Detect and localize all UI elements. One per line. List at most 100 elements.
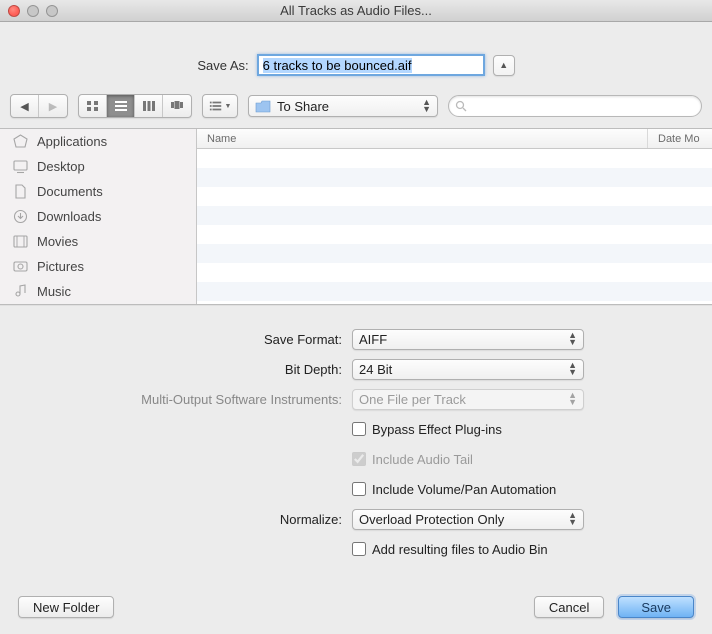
save-format-popup[interactable]: AIFF ▲▼: [352, 329, 584, 350]
triangle-left-icon: ◀: [20, 100, 28, 113]
search-field[interactable]: [448, 95, 702, 117]
path-popup-label: To Share: [277, 99, 416, 114]
view-list-button[interactable]: [107, 95, 135, 117]
include-audio-tail-checkbox-input: [352, 452, 366, 466]
file-row: [197, 263, 712, 282]
include-volpan-checkbox-input[interactable]: [352, 482, 366, 496]
bit-depth-value: 24 Bit: [359, 362, 392, 377]
save-label: Save: [641, 600, 671, 615]
add-to-bin-checkbox[interactable]: Add resulting files to Audio Bin: [352, 542, 548, 557]
file-rows[interactable]: [197, 149, 712, 304]
add-to-bin-label: Add resulting files to Audio Bin: [372, 542, 548, 557]
chevron-up-icon: ▲: [499, 60, 508, 70]
sidebar-item-music[interactable]: Music: [0, 279, 196, 304]
pictures-icon: [12, 259, 29, 274]
file-row: [197, 168, 712, 187]
arrange-button[interactable]: ▼: [203, 95, 237, 117]
movies-icon: [12, 234, 29, 249]
minimize-window-button[interactable]: [27, 5, 39, 17]
zoom-window-button[interactable]: [46, 5, 58, 17]
downloads-icon: [12, 209, 29, 224]
file-row: [197, 282, 712, 301]
sidebar-item-label: Downloads: [37, 209, 101, 224]
sidebar-item-downloads[interactable]: Downloads: [0, 204, 196, 229]
file-row: [197, 244, 712, 263]
sidebar: Applications Desktop Documents Downloads…: [0, 129, 197, 304]
sidebar-item-pictures[interactable]: Pictures: [0, 254, 196, 279]
cancel-button[interactable]: Cancel: [534, 596, 604, 618]
include-volpan-checkbox[interactable]: Include Volume/Pan Automation: [352, 482, 556, 497]
file-row: [197, 225, 712, 244]
documents-icon: [12, 184, 29, 199]
sidebar-item-desktop[interactable]: Desktop: [0, 154, 196, 179]
cancel-label: Cancel: [549, 600, 589, 615]
column-header-name[interactable]: Name: [197, 129, 648, 148]
sidebar-item-applications[interactable]: Applications: [0, 129, 196, 154]
multi-output-label: Multi-Output Software Instruments:: [30, 392, 352, 407]
applications-icon: [12, 134, 29, 149]
view-mode-segmented: [78, 94, 192, 118]
grid-icon: [86, 100, 100, 112]
sidebar-item-label: Documents: [37, 184, 103, 199]
finder-toolbar: ◀ ▶ ▼ To Share ▲▼: [0, 88, 712, 129]
multi-output-value: One File per Track: [359, 392, 466, 407]
window-traffic-lights: [8, 5, 58, 17]
bypass-checkbox-input[interactable]: [352, 422, 366, 436]
bypass-checkbox-label: Bypass Effect Plug-ins: [372, 422, 502, 437]
list-icon: [114, 100, 128, 112]
view-coverflow-button[interactable]: [163, 95, 191, 117]
save-as-label: Save As:: [197, 58, 248, 73]
close-window-button[interactable]: [8, 5, 20, 17]
music-icon: [12, 284, 29, 299]
chevron-down-icon: ▼: [225, 103, 232, 110]
sidebar-item-label: Applications: [37, 134, 107, 149]
bypass-checkbox[interactable]: Bypass Effect Plug-ins: [352, 422, 502, 437]
export-options: Save Format: AIFF ▲▼ Bit Depth: 24 Bit ▲…: [0, 305, 712, 586]
file-browser: Applications Desktop Documents Downloads…: [0, 129, 712, 305]
column-headers: Name Date Mo: [197, 129, 712, 149]
file-row: [197, 187, 712, 206]
normalize-label: Normalize:: [30, 512, 352, 527]
include-audio-tail-checkbox: Include Audio Tail: [352, 452, 473, 467]
column-header-date[interactable]: Date Mo: [648, 129, 712, 148]
updown-arrows-icon: ▲▼: [568, 362, 577, 376]
file-row: [197, 149, 712, 168]
dialog-footer: New Folder Cancel Save: [0, 586, 712, 634]
desktop-icon: [12, 159, 29, 174]
include-audio-tail-label: Include Audio Tail: [372, 452, 473, 467]
titlebar: All Tracks as Audio Files...: [0, 0, 712, 22]
search-icon: [455, 100, 467, 112]
arrange-group: ▼: [202, 94, 238, 118]
arrange-icon: [209, 100, 223, 112]
new-folder-button[interactable]: New Folder: [18, 596, 114, 618]
sidebar-item-movies[interactable]: Movies: [0, 229, 196, 254]
normalize-value: Overload Protection Only: [359, 512, 504, 527]
nav-back-forward: ◀ ▶: [10, 94, 68, 118]
view-icons-button[interactable]: [79, 95, 107, 117]
folder-icon: [255, 100, 271, 113]
window-title: All Tracks as Audio Files...: [0, 3, 712, 18]
save-button[interactable]: Save: [618, 596, 694, 618]
multi-output-popup: One File per Track ▲▼: [352, 389, 584, 410]
back-button[interactable]: ◀: [11, 95, 39, 117]
file-list-pane: Name Date Mo: [197, 129, 712, 304]
bit-depth-popup[interactable]: 24 Bit ▲▼: [352, 359, 584, 380]
forward-button[interactable]: ▶: [39, 95, 67, 117]
include-volpan-label: Include Volume/Pan Automation: [372, 482, 556, 497]
new-folder-label: New Folder: [33, 600, 99, 615]
columns-icon: [142, 100, 156, 112]
search-input[interactable]: [472, 99, 695, 113]
add-to-bin-checkbox-input[interactable]: [352, 542, 366, 556]
sidebar-item-label: Desktop: [37, 159, 85, 174]
bit-depth-label: Bit Depth:: [30, 362, 352, 377]
view-columns-button[interactable]: [135, 95, 163, 117]
path-popup[interactable]: To Share ▲▼: [248, 95, 438, 117]
updown-arrows-icon: ▲▼: [422, 99, 431, 113]
triangle-right-icon: ▶: [49, 100, 57, 113]
sidebar-item-label: Pictures: [37, 259, 84, 274]
save-as-input[interactable]: [257, 54, 485, 76]
expand-collapse-button[interactable]: ▲: [493, 55, 515, 76]
updown-arrows-icon: ▲▼: [568, 332, 577, 346]
sidebar-item-documents[interactable]: Documents: [0, 179, 196, 204]
normalize-popup[interactable]: Overload Protection Only ▲▼: [352, 509, 584, 530]
